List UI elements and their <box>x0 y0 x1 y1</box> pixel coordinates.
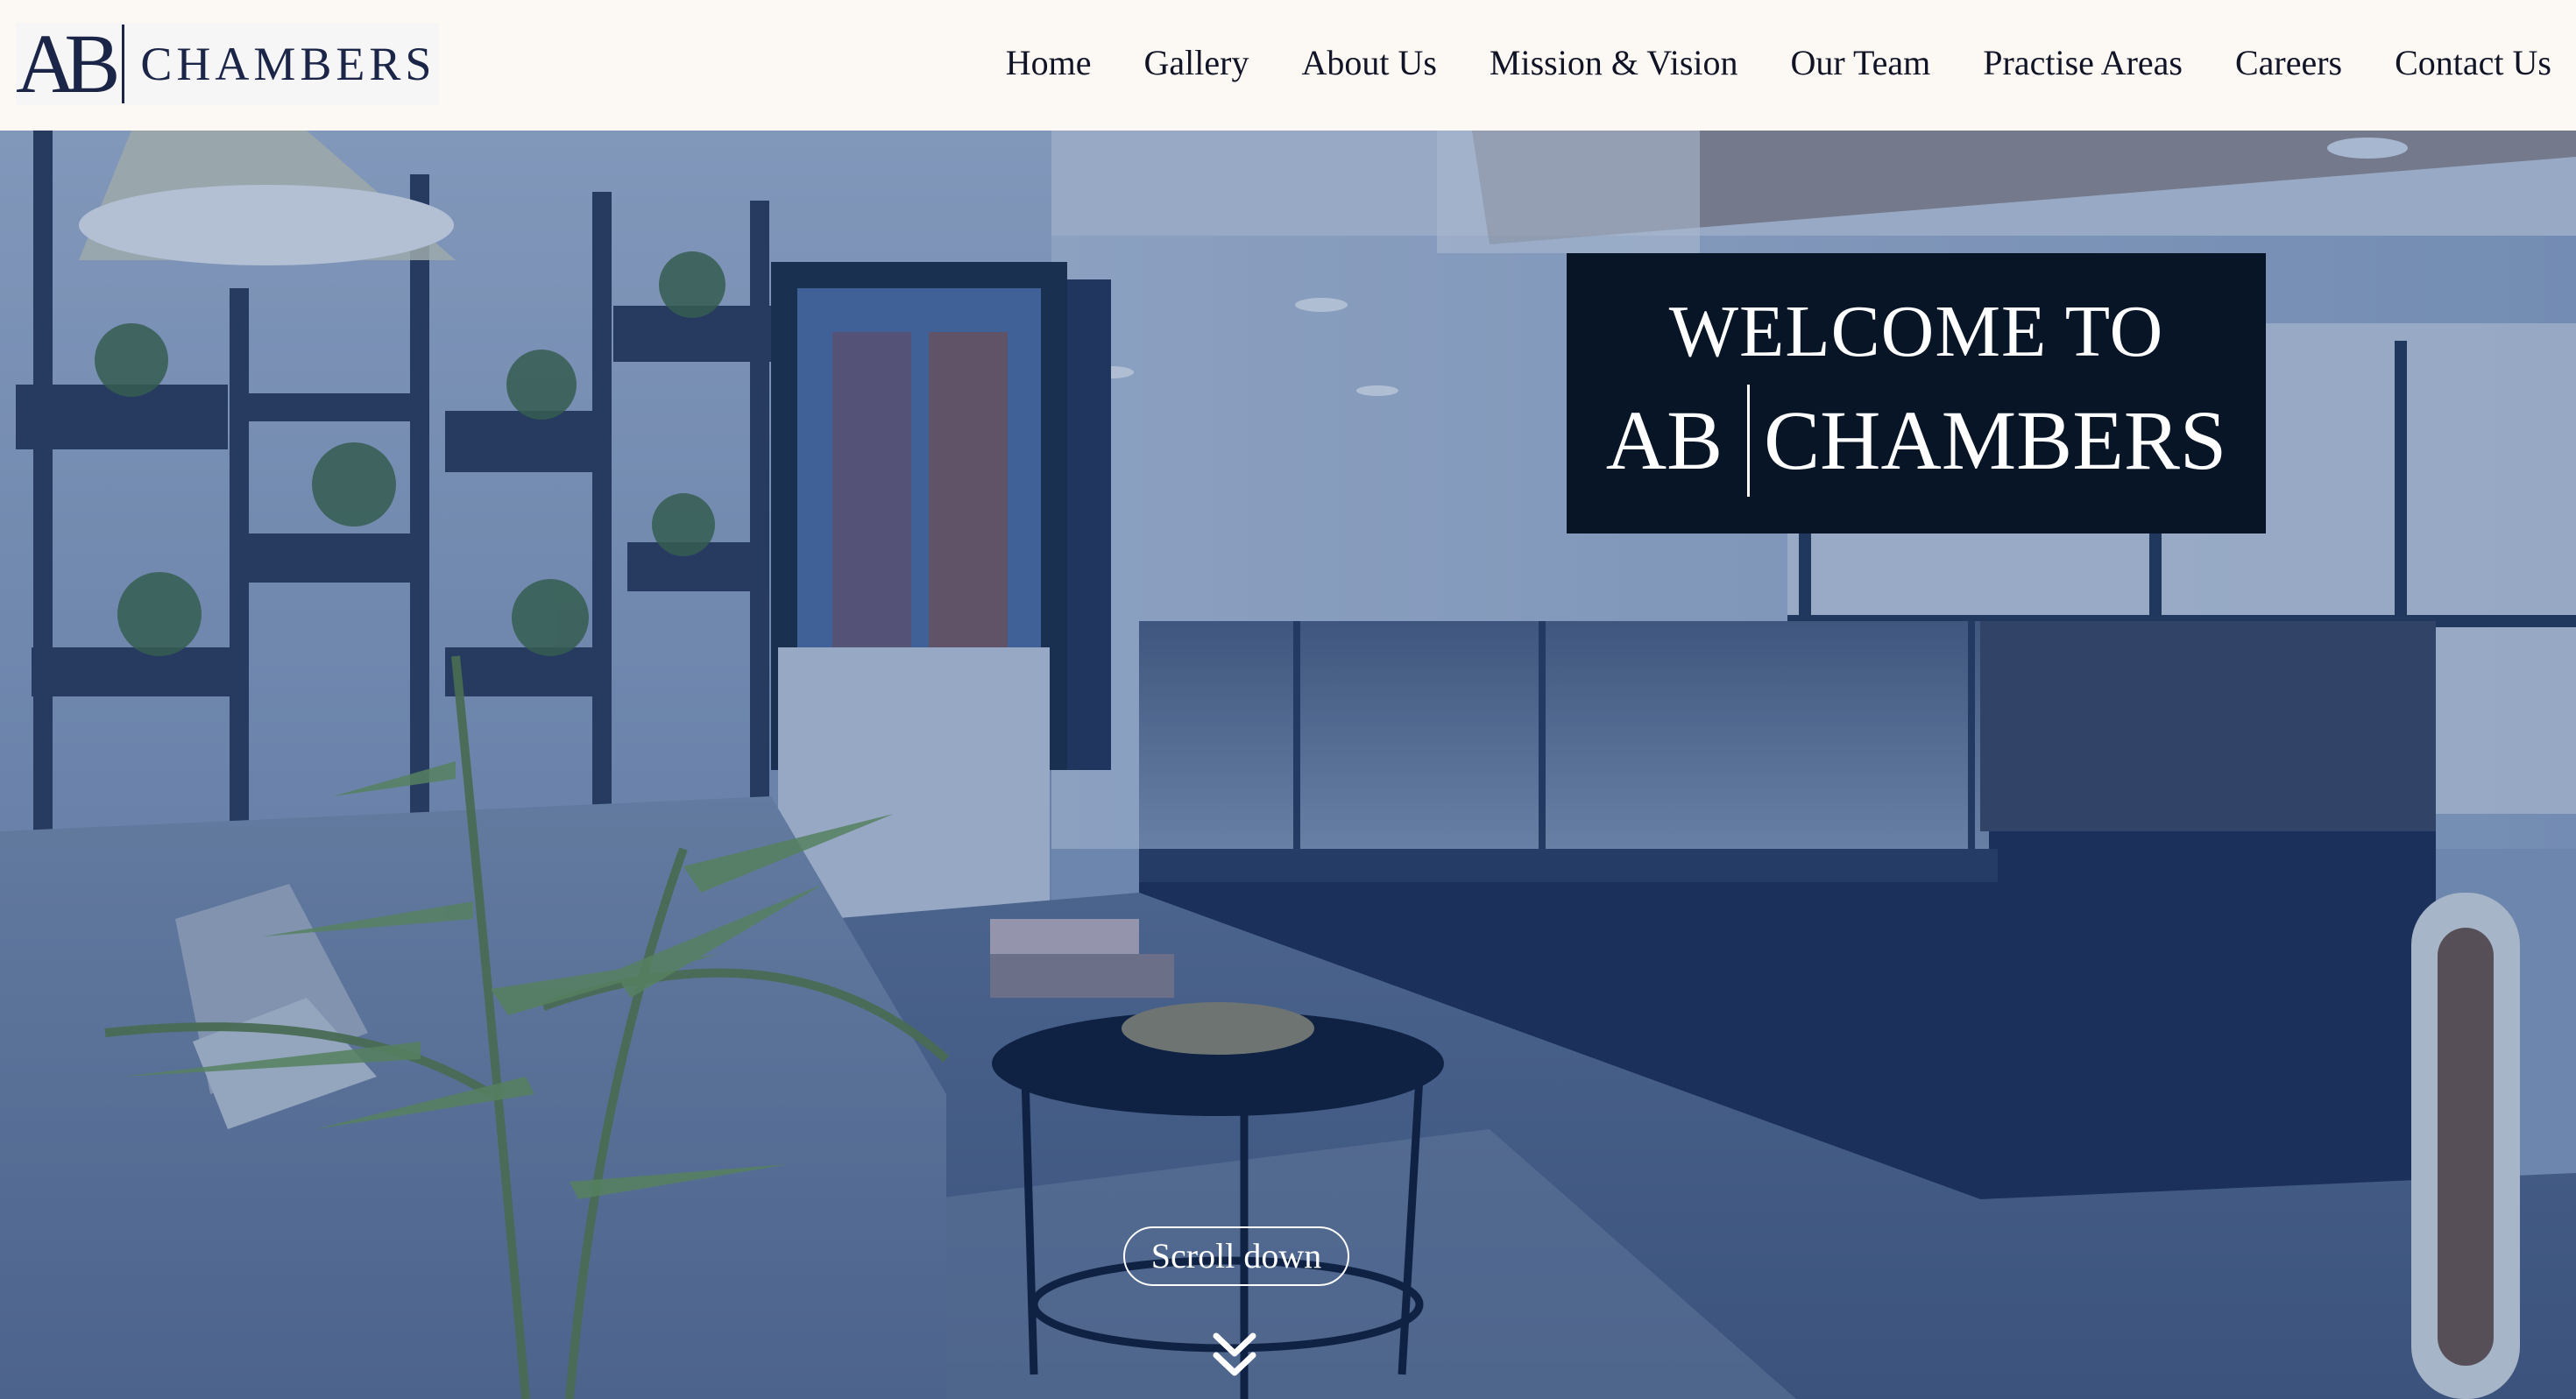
scroll-down-button[interactable]: Scroll down <box>1123 1226 1349 1286</box>
logo-divider <box>122 25 125 103</box>
nav-careers[interactable]: Careers <box>2209 39 2368 87</box>
nav-practise-areas[interactable]: Practise Areas <box>1957 39 2209 87</box>
hero-section: WELCOME TO AB CHAMBERS Scroll down <box>0 131 2576 1399</box>
nav-about-us[interactable]: About Us <box>1275 39 1462 87</box>
nav-home[interactable]: Home <box>980 39 1118 87</box>
welcome-brand-mark: AB <box>1605 393 1723 487</box>
nav-our-team[interactable]: Our Team <box>1765 39 1957 87</box>
double-chevron-down-icon[interactable] <box>1213 1331 1256 1380</box>
site-logo[interactable]: AB CHAMBERS <box>16 17 440 110</box>
welcome-brand-divider <box>1747 385 1751 497</box>
welcome-brand-name: CHAMBERS <box>1764 393 2227 487</box>
nav-mission-vision[interactable]: Mission & Vision <box>1463 39 1765 87</box>
site-header: AB CHAMBERS Home Gallery About Us Missio… <box>0 0 2576 131</box>
logo-text: CHAMBERS <box>140 38 436 90</box>
nav-contact-us[interactable]: Contact Us <box>2368 39 2551 87</box>
welcome-brand: AB CHAMBERS <box>1567 385 2266 497</box>
main-nav: Home Gallery About Us Mission & Vision O… <box>980 39 2551 87</box>
welcome-card: WELCOME TO AB CHAMBERS <box>1567 253 2266 533</box>
nav-gallery[interactable]: Gallery <box>1118 39 1276 87</box>
logo-mark: AB <box>16 17 120 110</box>
welcome-heading: WELCOME TO <box>1668 291 2164 372</box>
